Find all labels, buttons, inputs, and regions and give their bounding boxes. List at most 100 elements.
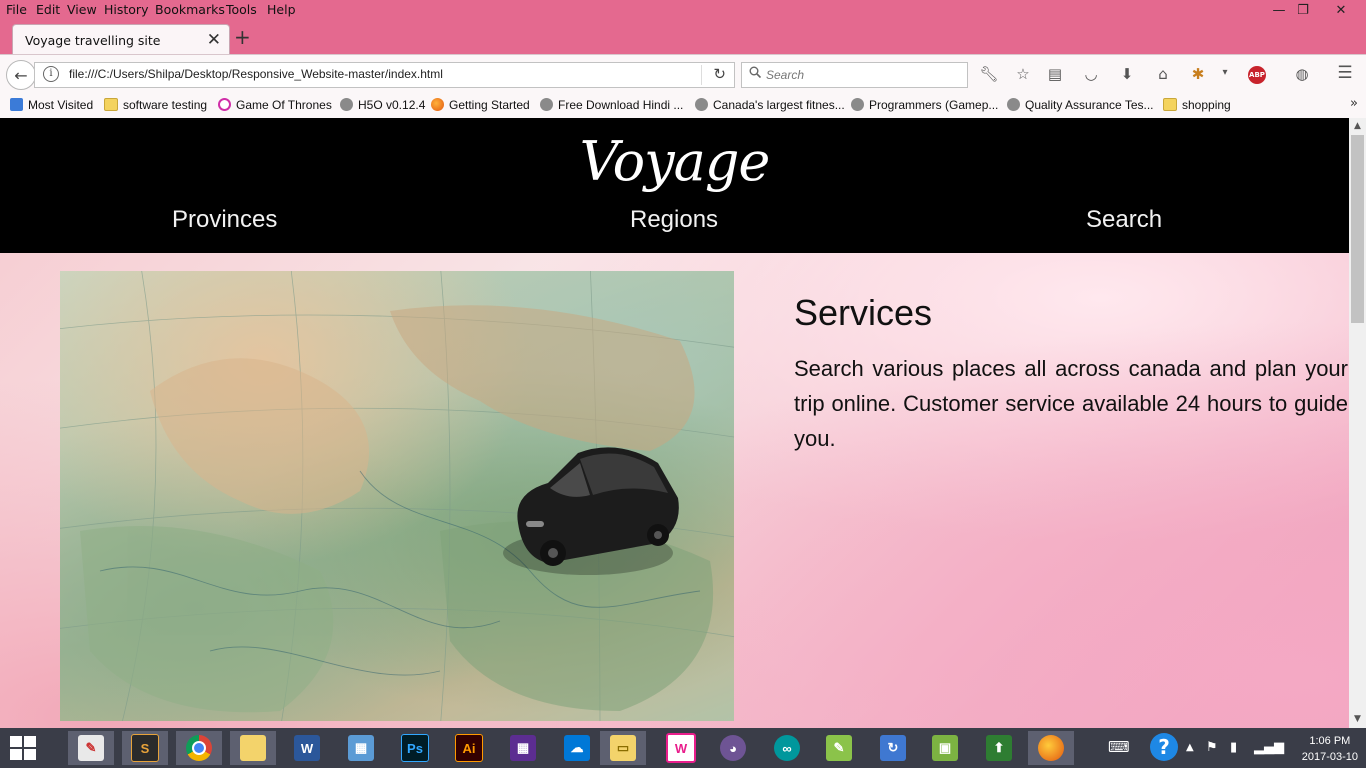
home-icon[interactable]: ⌂ (1153, 65, 1173, 83)
photoshop-icon[interactable]: Ps (392, 731, 438, 765)
back-button[interactable]: ← (6, 60, 36, 90)
url-bar[interactable]: i file:///C:/Users/Shilpa/Desktop/Respon… (34, 62, 735, 88)
keyboard-icon[interactable]: ⌨ (1108, 738, 1130, 756)
search-icon (749, 66, 762, 82)
services-description: Search various places all across canada … (794, 356, 1348, 451)
battery-icon[interactable]: ▮ (1230, 740, 1237, 755)
menu-bar: File Edit View History Bookmarks Tools H… (0, 0, 1366, 20)
globe-icon (851, 98, 864, 111)
scroll-up-icon[interactable]: ▲ (1349, 118, 1366, 135)
toy-car (503, 447, 679, 575)
menu-history[interactable]: History (104, 2, 148, 17)
win-app-icon[interactable]: ▣ (922, 731, 968, 765)
photo-viewer-icon[interactable]: ✎ (68, 731, 114, 765)
bookmark-item[interactable]: Most Visited (10, 98, 93, 112)
arduino-icon[interactable]: ∞ (764, 731, 810, 765)
folder-icon (1163, 98, 1177, 111)
site-logo[interactable]: Voyage (0, 130, 1349, 193)
tab-voyage[interactable]: Voyage travelling site ✕ (12, 24, 230, 55)
calculator-icon[interactable]: ▦ (338, 731, 384, 765)
pocket-icon[interactable]: ◡ (1081, 65, 1101, 83)
firefox-icon[interactable] (1028, 731, 1074, 765)
bookmark-item[interactable]: Programmers (Gamep... (851, 98, 998, 112)
reading-list-icon[interactable]: ▤ (1045, 65, 1065, 83)
globe-icon (340, 98, 353, 111)
sublime-text-icon[interactable]: S (122, 731, 168, 765)
nav-link-regions[interactable]: Regions (630, 206, 718, 234)
adblock-icon[interactable]: ABP (1248, 66, 1266, 84)
onedrive-icon[interactable]: ☁ (554, 731, 600, 765)
bookmark-star-icon[interactable]: ☆ (1013, 65, 1033, 83)
bookmark-item[interactable]: Game Of Thrones (218, 98, 332, 112)
pink-app-icon[interactable]: W (658, 731, 704, 765)
taskbar-clock[interactable]: 1:06 PM 2017-03-10 (1302, 733, 1358, 765)
menu-tools[interactable]: Tools (226, 2, 257, 17)
globe-icon (1007, 98, 1020, 111)
file-explorer-icon[interactable] (230, 731, 276, 765)
menu-bookmarks[interactable]: Bookmarks (155, 2, 225, 17)
folder-icon (104, 98, 118, 111)
flag-icon[interactable]: ⚑ (1206, 740, 1218, 755)
clock-date: 2017-03-10 (1301, 751, 1358, 763)
clock-time: 1:06 PM (1309, 735, 1351, 747)
extension-icon[interactable]: ✱ (1188, 65, 1208, 83)
tray-expand-icon[interactable]: ▲ (1186, 742, 1194, 753)
chrome-icon[interactable] (176, 731, 222, 765)
settings-icon[interactable]: ↻ (870, 731, 916, 765)
tab-title: Voyage travelling site (25, 33, 161, 48)
tab-close-icon[interactable]: ✕ (207, 30, 221, 50)
most-visited-icon (10, 98, 23, 111)
bookmarks-overflow-icon[interactable]: » (1350, 96, 1358, 111)
navigation-toolbar: ← i file:///C:/Users/Shilpa/Desktop/Resp… (0, 54, 1366, 93)
firefox-icon (431, 98, 444, 111)
site-header: Voyage Provinces Regions Search (0, 118, 1349, 253)
scroll-down-icon[interactable]: ▼ (1349, 711, 1366, 728)
services-heading: Services (794, 292, 933, 333)
nav-link-provinces[interactable]: Provinces (172, 206, 277, 234)
notepad-icon[interactable]: ✎ (816, 731, 862, 765)
windows-start-icon[interactable] (10, 736, 38, 760)
url-text[interactable]: file:///C:/Users/Shilpa/Desktop/Responsi… (69, 67, 443, 81)
menu-view[interactable]: View (67, 2, 97, 17)
menu-file[interactable]: File (6, 2, 27, 17)
illustrator-icon[interactable]: Ai (446, 731, 492, 765)
hamburger-menu-icon[interactable]: ☰ (1335, 63, 1355, 83)
calendar-icon[interactable]: ▦ (500, 731, 546, 765)
bookmark-item[interactable]: shopping (1163, 98, 1231, 112)
bookmark-item[interactable]: Getting Started (431, 98, 530, 112)
nav-link-search[interactable]: Search (1086, 206, 1162, 234)
bookmark-item[interactable]: Canada's largest fitnes... (695, 98, 845, 112)
hero-image-map (60, 271, 734, 721)
folder-icon[interactable]: ▭ (600, 731, 646, 765)
info-icon[interactable]: i (43, 66, 59, 82)
vpn-globe-icon[interactable]: ◍ (1292, 65, 1312, 83)
new-tab-button[interactable]: + (234, 25, 251, 49)
page-scrollbar[interactable]: ▲ ▼ (1349, 118, 1366, 728)
globe-icon (695, 98, 708, 111)
close-window-button[interactable]: ✕ (1318, 0, 1364, 20)
bookmarks-toolbar: Most Visited software testing Game Of Th… (0, 92, 1366, 119)
url-divider (701, 65, 702, 85)
search-input[interactable]: Search (741, 62, 968, 88)
site-icon (218, 98, 231, 111)
dropdown-icon[interactable]: ▾ (1215, 67, 1235, 78)
bookmark-item[interactable]: Quality Assurance Tes... (1007, 98, 1154, 112)
download-icon[interactable]: ⬇ (1117, 65, 1137, 83)
back-arrow-icon: ← (14, 65, 28, 85)
windows-taskbar: ✎ S W ▦ Ps Ai ▦ ☁ ▭ W ◕ ∞ ✎ ↻ ▣ ⬆ ⌨ ? ▲ … (0, 728, 1366, 768)
github-icon[interactable]: ◕ (710, 731, 756, 765)
network-icon[interactable]: ▂▄▆ (1254, 740, 1284, 755)
menu-edit[interactable]: Edit (36, 2, 60, 17)
word-icon[interactable]: W (284, 731, 330, 765)
reload-icon[interactable]: ↻ (713, 65, 726, 83)
page-viewport: Voyage Provinces Regions Search Services… (0, 118, 1349, 728)
bookmark-item[interactable]: H5O v0.12.4 (340, 98, 425, 112)
green-arrow-icon[interactable]: ⬆ (976, 731, 1022, 765)
search-placeholder: Search (766, 68, 805, 82)
scrollbar-thumb[interactable] (1351, 135, 1364, 323)
help-icon[interactable]: ? (1150, 733, 1178, 761)
bookmark-item[interactable]: software testing (104, 98, 207, 112)
menu-help[interactable]: Help (267, 2, 296, 17)
wrench-icon[interactable]: 🔧︎ (979, 65, 999, 83)
bookmark-item[interactable]: Free Download Hindi ... (540, 98, 683, 112)
